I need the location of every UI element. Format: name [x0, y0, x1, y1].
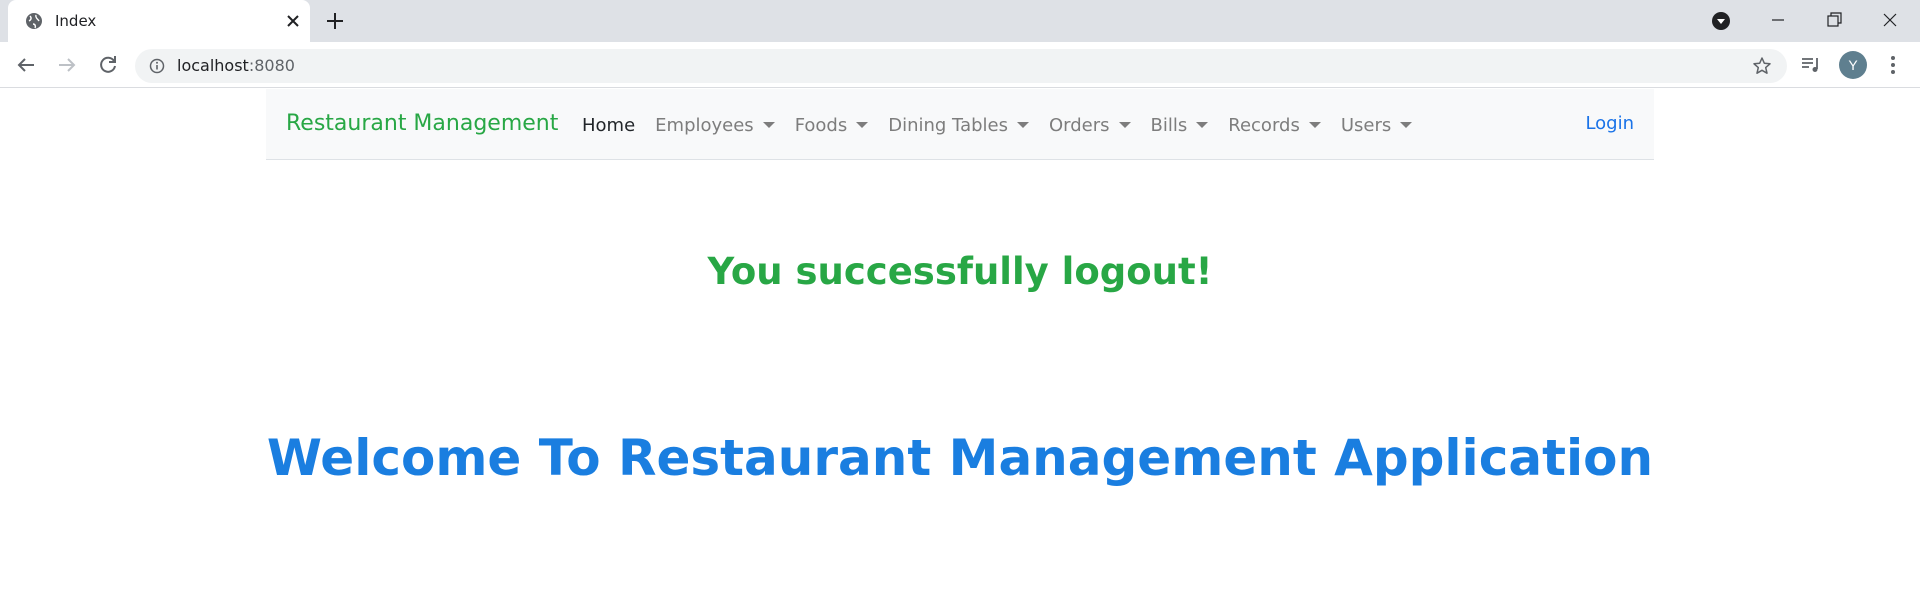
- nav-item-label: Orders: [1049, 114, 1110, 136]
- close-icon[interactable]: [284, 12, 302, 30]
- caret-down-icon: [856, 122, 869, 128]
- nav-item-users[interactable]: Users: [1340, 114, 1413, 136]
- url-port: :8080: [248, 56, 295, 75]
- back-arrow-icon[interactable]: [14, 53, 38, 77]
- login-link[interactable]: Login: [1585, 113, 1634, 134]
- new-tab-icon[interactable]: [324, 10, 346, 32]
- profile-avatar[interactable]: Y: [1839, 51, 1867, 79]
- nav-item-records[interactable]: Records: [1228, 115, 1321, 136]
- url-text[interactable]: localhost:8080: [177, 56, 295, 75]
- media-controls-icon[interactable]: [1800, 54, 1822, 76]
- nav-menu: Home Employees Foods Dining Tables Order…: [582, 113, 1432, 137]
- nav-item-label: Home: [582, 114, 636, 136]
- more-vert-icon[interactable]: [1883, 53, 1903, 77]
- site-navbar: Restaurant Management Home Employees Foo…: [266, 89, 1654, 160]
- bookmark-star-icon[interactable]: [1752, 56, 1772, 76]
- tab-search-icon[interactable]: [1711, 11, 1731, 31]
- restore-icon[interactable]: [1820, 6, 1848, 34]
- minimize-icon[interactable]: [1764, 6, 1792, 34]
- nav-item-label: Users: [1340, 114, 1392, 136]
- nav-item-home[interactable]: Home: [582, 115, 635, 136]
- caret-down-icon: [1118, 122, 1131, 128]
- reload-icon[interactable]: [96, 53, 120, 77]
- nav-item-label: Records: [1228, 114, 1300, 136]
- nav-item-dining-tables[interactable]: Dining Tables: [888, 115, 1029, 136]
- logout-message: You successfully logout!: [707, 250, 1213, 293]
- caret-down-icon: [762, 122, 775, 128]
- browser-tab-strip: Index: [0, 0, 1920, 42]
- url-host: localhost: [177, 56, 249, 75]
- window-close-icon[interactable]: [1876, 6, 1904, 34]
- nav-item-label: Dining Tables: [888, 114, 1008, 136]
- nav-item-bills[interactable]: Bills: [1151, 115, 1209, 136]
- welcome-heading: Welcome To Restaurant Management Applica…: [266, 429, 1654, 487]
- nav-item-label: Foods: [794, 114, 848, 136]
- info-icon[interactable]: [149, 58, 165, 74]
- caret-down-icon: [1308, 122, 1321, 128]
- nav-item-employees[interactable]: Employees: [655, 115, 775, 136]
- caret-down-icon: [1400, 122, 1413, 128]
- browser-toolbar: localhost:8080 Y: [0, 42, 1920, 88]
- nav-item-orders[interactable]: Orders: [1049, 115, 1131, 136]
- browser-tab[interactable]: Index: [8, 0, 310, 42]
- globe-icon: [26, 13, 42, 29]
- forward-arrow-icon[interactable]: [55, 53, 79, 77]
- nav-item-label: Bills: [1150, 114, 1188, 136]
- nav-item-foods[interactable]: Foods: [795, 115, 869, 136]
- address-bar[interactable]: localhost:8080: [135, 49, 1787, 83]
- tab-title: Index: [55, 12, 97, 30]
- caret-down-icon: [1017, 122, 1029, 128]
- caret-down-icon: [1196, 122, 1209, 128]
- nav-item-label: Employees: [655, 114, 754, 136]
- navbar-brand[interactable]: Restaurant Management: [286, 111, 558, 136]
